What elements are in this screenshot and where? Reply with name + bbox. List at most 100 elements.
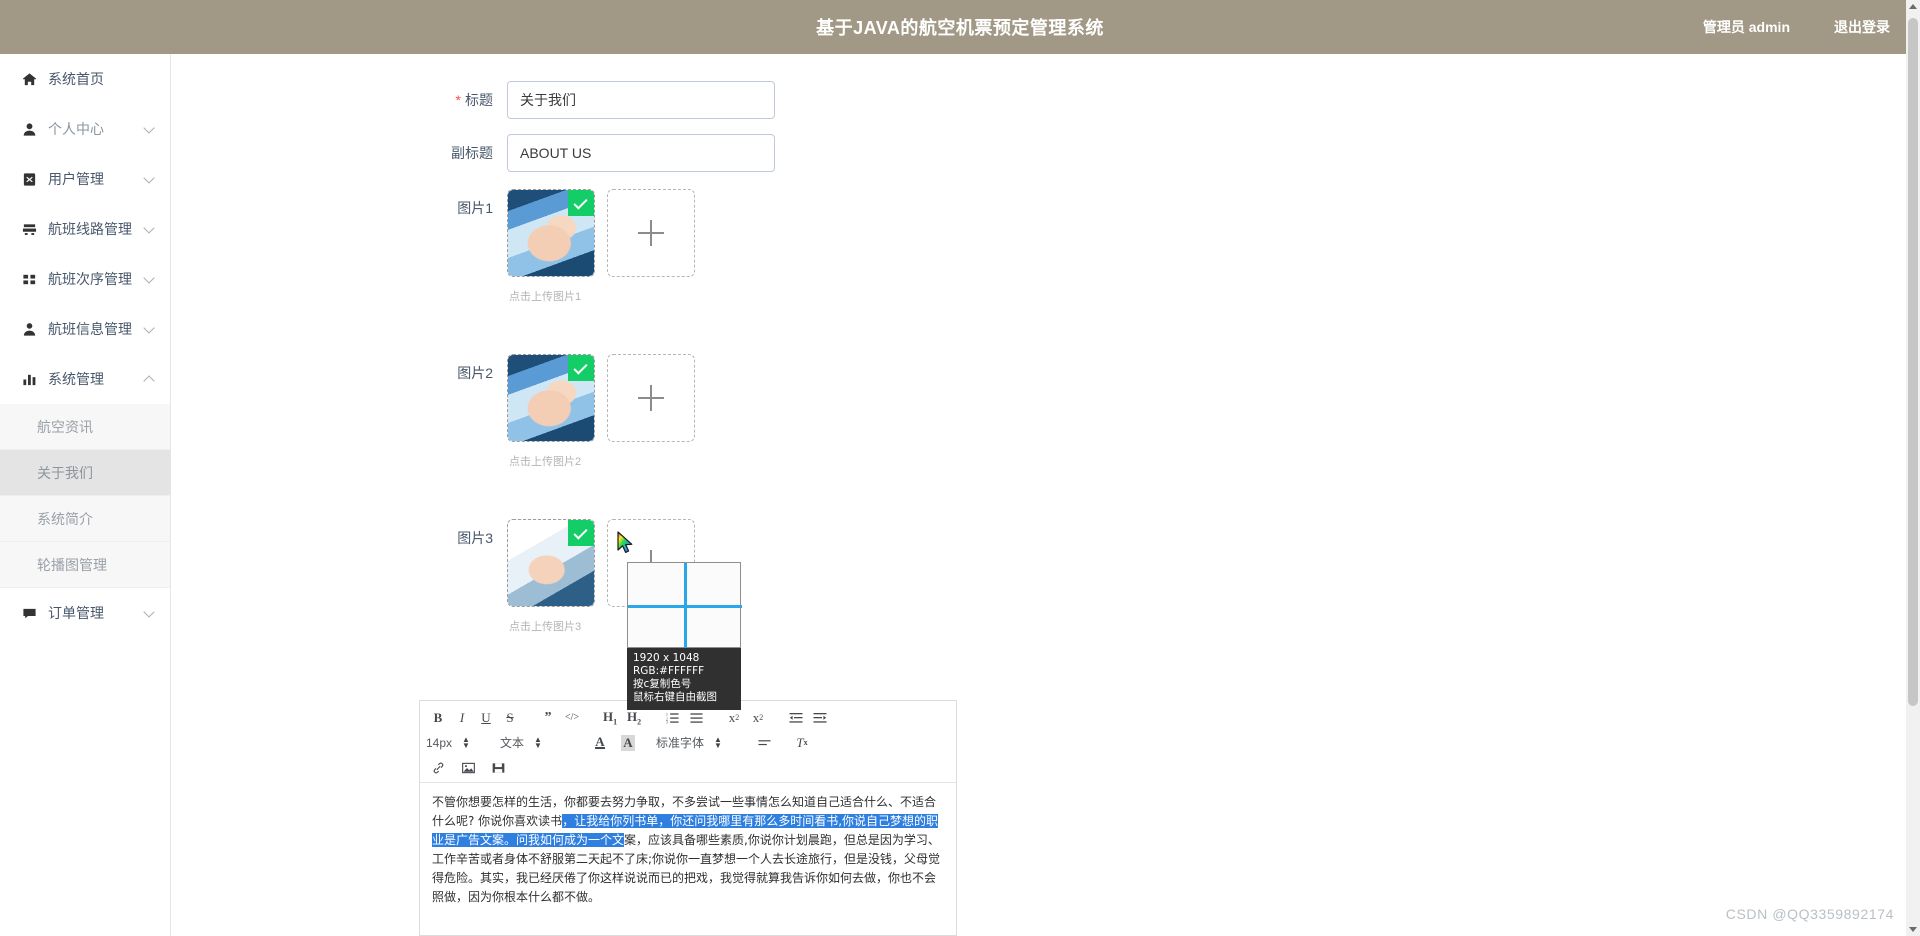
sidebar-subitem-system-intro[interactable]: 系统简介 — [0, 496, 170, 542]
route-icon — [22, 222, 37, 237]
sidebar-item-flight-order-management[interactable]: 航班次序管理 — [0, 254, 170, 304]
picker-rgb-value: RGB:#FFFFFF — [633, 665, 705, 677]
scroll-up-arrow-icon[interactable] — [1909, 4, 1917, 9]
title-input[interactable] — [507, 81, 775, 119]
sidebar-subitem-label: 关于我们 — [37, 464, 93, 481]
chevron-down-icon — [143, 322, 155, 334]
sidebar-subitem-label: 航空资讯 — [37, 418, 93, 435]
image3-thumbnail[interactable] — [507, 519, 595, 607]
sidebar-subitem-carousel-management[interactable]: 轮播图管理 — [0, 542, 170, 588]
image-icon[interactable] — [456, 758, 480, 778]
scrollbar-thumb[interactable] — [1908, 18, 1918, 706]
sidebar-subitem-aviation-news[interactable]: 航空资讯 — [0, 404, 170, 450]
sidebar-item-label: 系统管理 — [48, 371, 104, 387]
image1-add-button[interactable] — [607, 189, 695, 277]
picker-copy-hint: 按c复制色号 — [633, 678, 692, 690]
application-root: 基于JAVA的航空机票预定管理系统 管理员 admin 退出登录 系统首页 个人… — [0, 0, 1920, 936]
blockquote-icon[interactable]: ” — [536, 708, 560, 728]
image1-check-badge-icon — [568, 190, 594, 216]
text-color-icon[interactable]: A — [588, 733, 612, 753]
sidebar-item-label: 个人中心 — [48, 121, 104, 137]
toolbar-spacer — [708, 708, 722, 728]
sidebar-item-label: 航班线路管理 — [48, 221, 132, 237]
chevron-down-icon — [143, 606, 155, 618]
sidebar-subitem-label: 轮播图管理 — [37, 556, 107, 573]
strikethrough-icon[interactable]: S — [498, 708, 522, 728]
outdent-icon[interactable] — [784, 708, 808, 728]
title-label: 标题 — [421, 81, 507, 119]
link-icon[interactable] — [426, 758, 450, 778]
toolbar-spacer — [522, 708, 536, 728]
person-icon — [22, 322, 37, 337]
sidebar-subitem-about-us[interactable]: 关于我们 — [0, 450, 170, 496]
grid-icon — [22, 272, 37, 287]
sidebar-item-label: 航班次序管理 — [48, 271, 132, 287]
editor-toolbar-row-3 — [426, 757, 950, 778]
image1-thumbnail[interactable] — [507, 189, 595, 277]
align-icon[interactable] — [752, 733, 776, 753]
sidebar-item-label: 航班信息管理 — [48, 321, 132, 337]
image3-check-badge-icon — [568, 520, 594, 546]
font-family-select[interactable]: 标准字体 ▲ ▼ — [656, 733, 742, 753]
sidebar-item-system-management[interactable]: 系统管理 — [0, 354, 170, 404]
heading-2-icon[interactable]: H2 — [622, 708, 646, 728]
comment-icon — [22, 606, 37, 621]
chevron-down-icon — [143, 222, 155, 234]
text-style-select[interactable]: 文本 ▲ ▼ — [500, 733, 578, 753]
font-size-select[interactable]: 14px ▲ ▼ — [426, 733, 488, 753]
font-size-value: 14px — [426, 735, 453, 750]
crosshair-horizontal — [628, 605, 742, 608]
field-row-title: 标题 — [421, 81, 775, 119]
sidebar-item-user-management[interactable]: 用户管理 — [0, 154, 170, 204]
logout-button[interactable]: 退出登录 — [1834, 17, 1890, 37]
subtitle-label: 副标题 — [451, 145, 493, 161]
image2-uploader — [507, 354, 695, 442]
ordered-list-icon[interactable]: 123 — [660, 708, 684, 728]
sidebar-item-flight-info-management[interactable]: 航班信息管理 — [0, 304, 170, 354]
chart-icon — [22, 372, 37, 387]
editor-content-area[interactable]: 不管你想要怎样的生活，你都要去努力争取，不多尝试一些事情怎么知道自己适合什么、不… — [420, 783, 956, 936]
field-row-subtitle: 副标题 — [421, 134, 775, 172]
chevron-down-icon — [143, 172, 155, 184]
toolbar-spacer — [770, 708, 784, 728]
color-picker-magnifier — [627, 562, 742, 649]
sidebar-item-personal-center[interactable]: 个人中心 — [0, 104, 170, 154]
vertical-scrollbar[interactable] — [1906, 0, 1920, 936]
italic-icon[interactable]: I — [450, 708, 474, 728]
bold-icon[interactable]: B — [426, 708, 450, 728]
clear-format-icon[interactable]: Tx — [790, 733, 814, 753]
rich-text-editor: B I U S ” </> H1 H2 123 x2 x2 14px ▲ ▼ 文… — [419, 700, 957, 936]
image1-label: 图片1 — [457, 200, 493, 216]
image2-thumbnail[interactable] — [507, 354, 595, 442]
field-row-image1: 图片1 点击上传图片1 — [421, 189, 695, 304]
heading-1-icon[interactable]: H1 — [598, 708, 622, 728]
editor-toolbar-row-2: 14px ▲ ▼ 文本 ▲ ▼ A A 标准字体 ▲ ▼ T x — [426, 732, 950, 753]
background-color-icon[interactable]: A — [616, 733, 640, 753]
subscript-icon[interactable]: x2 — [722, 708, 746, 728]
sidebar-item-flight-route-management[interactable]: 航班线路管理 — [0, 204, 170, 254]
indent-icon[interactable] — [808, 708, 832, 728]
sidebar-item-label: 用户管理 — [48, 171, 104, 187]
unordered-list-icon[interactable] — [684, 708, 708, 728]
page-title: 基于JAVA的航空机票预定管理系统 — [816, 18, 1104, 38]
id-card-icon — [22, 172, 37, 187]
header-right-actions: 管理员 admin 退出登录 — [1703, 0, 1890, 54]
admin-user-label[interactable]: 管理员 admin — [1703, 17, 1790, 37]
underline-icon[interactable]: U — [474, 708, 498, 728]
chevron-down-icon — [143, 122, 155, 134]
save-icon[interactable] — [486, 758, 510, 778]
font-family-value: 标准字体 — [656, 736, 705, 750]
scroll-down-arrow-icon[interactable] — [1909, 927, 1917, 932]
home-icon — [22, 72, 37, 87]
color-picker-info-tooltip: 1920 x 1048 RGB:#FFFFFF 按c复制色号 鼠标右键自由截图 — [627, 648, 741, 710]
sidebar-item-home[interactable]: 系统首页 — [0, 54, 170, 104]
superscript-icon[interactable]: x2 — [746, 708, 770, 728]
sidebar-item-order-management[interactable]: 订单管理 — [0, 588, 170, 638]
subtitle-input[interactable] — [507, 134, 775, 172]
image1-uploader — [507, 189, 695, 277]
code-icon[interactable]: </> — [560, 708, 584, 728]
image2-add-button[interactable] — [607, 354, 695, 442]
picker-capture-hint: 鼠标右键自由截图 — [633, 691, 717, 703]
svg-text:3: 3 — [666, 720, 668, 723]
chevron-down-icon — [143, 272, 155, 284]
